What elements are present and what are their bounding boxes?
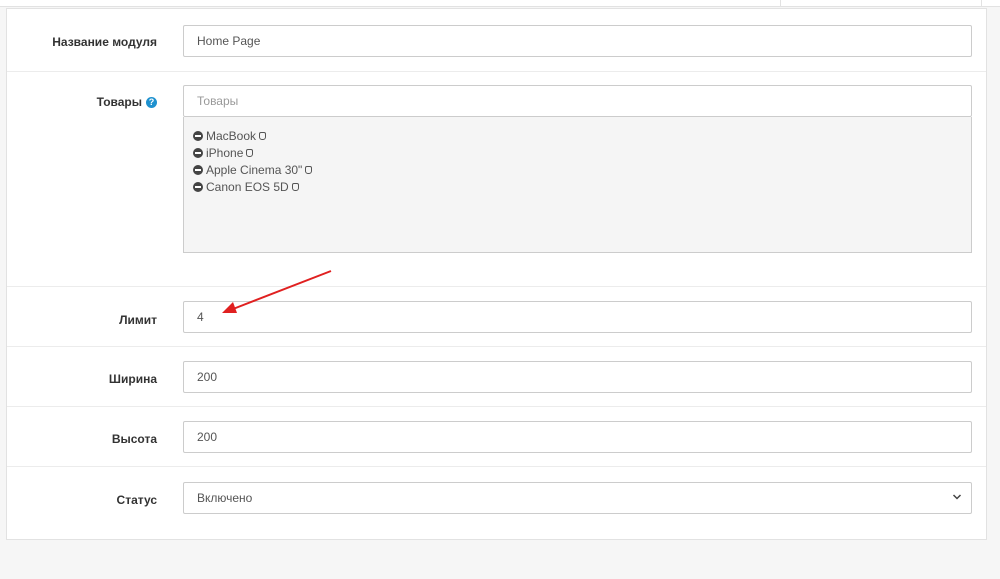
module-name-row: Название модуля [7, 9, 986, 72]
drag-handle-icon[interactable] [259, 131, 267, 140]
module-name-input[interactable] [183, 25, 972, 57]
products-label: Товары ? [97, 95, 157, 109]
status-select[interactable]: Включено [183, 482, 972, 514]
question-circle-icon[interactable]: ? [146, 96, 157, 108]
minus-circle-icon[interactable] [193, 164, 203, 175]
limit-input[interactable] [183, 301, 972, 333]
minus-circle-icon[interactable] [193, 147, 203, 158]
limit-label: Лимит [119, 313, 157, 327]
product-name: Apple Cinema 30" [206, 162, 303, 177]
height-row: Высота [7, 407, 986, 467]
width-label: Ширина [108, 372, 157, 386]
product-name: MacBook [206, 128, 257, 143]
products-autocomplete-input[interactable] [183, 85, 972, 117]
product-item: Canon EOS 5D [193, 178, 971, 195]
status-selected-value: Включено [197, 491, 253, 505]
products-label-text: Товары [96, 95, 142, 109]
width-row: Ширина [7, 347, 986, 407]
top-strip [0, 0, 1000, 7]
chevron-down-icon [952, 494, 962, 500]
product-item: MacBook [193, 127, 971, 144]
tab-edge [780, 0, 982, 6]
status-row: Статус Включено [7, 467, 986, 539]
products-row: Товары ? MacBook iPhone Apple Cinema 30" [7, 72, 986, 287]
module-form-panel: Название модуля Товары ? MacBook iPhone … [6, 8, 987, 540]
height-input[interactable] [183, 421, 972, 453]
width-input[interactable] [183, 361, 972, 393]
selected-products-list: MacBook iPhone Apple Cinema 30" Canon EO… [183, 117, 972, 253]
product-item: iPhone [193, 144, 971, 161]
drag-handle-icon[interactable] [305, 165, 313, 174]
product-item: Apple Cinema 30" [193, 161, 971, 178]
minus-circle-icon[interactable] [193, 181, 203, 192]
product-name: iPhone [206, 145, 244, 160]
drag-handle-icon[interactable] [246, 148, 254, 157]
height-label: Высота [111, 432, 157, 446]
limit-row: Лимит [7, 287, 986, 347]
minus-circle-icon[interactable] [193, 130, 203, 141]
product-name: Canon EOS 5D [206, 179, 289, 194]
status-label: Статус [116, 493, 157, 507]
drag-handle-icon[interactable] [291, 182, 299, 191]
module-name-label: Название модуля [52, 35, 157, 49]
